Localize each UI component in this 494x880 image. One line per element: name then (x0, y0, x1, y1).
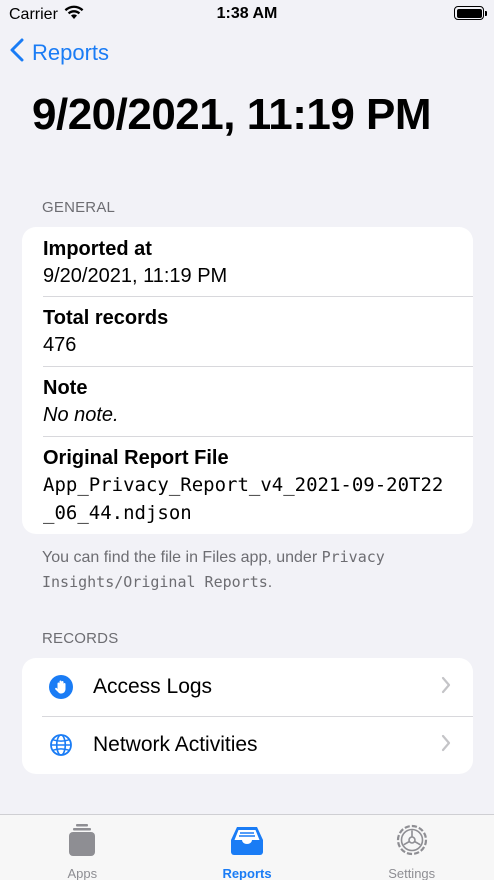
globe-icon (48, 732, 74, 758)
tab-label: Apps (67, 866, 98, 880)
hand-raised-icon (48, 674, 74, 700)
note-row: Note No note. (22, 366, 473, 436)
status-time: 1:38 AM (216, 5, 278, 22)
row-value: No note. (43, 404, 119, 426)
apps-icon (67, 823, 97, 862)
records-section-header: RECORDS (42, 630, 119, 647)
chevron-left-icon (10, 38, 24, 67)
imported-at-row: Imported at 9/20/2021, 11:19 PM (22, 227, 473, 296)
records-card: Access Logs Network Activities (22, 658, 473, 774)
report-filename: App_Privacy_Report_v4_2021-09-20T22_06_4… (43, 474, 444, 524)
gear-icon (395, 823, 429, 862)
footnote-suffix: . (267, 574, 273, 591)
original-report-file-row[interactable]: Original Report File App_Privacy_Report_… (22, 436, 473, 534)
total-records-row: Total records 476 (22, 296, 473, 366)
row-title: Note (43, 377, 88, 399)
tab-bar: Apps Reports Settings (0, 814, 494, 880)
tray-icon (228, 823, 266, 862)
tab-label: Reports (222, 866, 272, 880)
tab-reports[interactable]: Reports (165, 815, 330, 880)
page-title: 9/20/2021, 11:19 PM (32, 90, 432, 139)
general-section-header: GENERAL (42, 199, 116, 216)
network-activities-label: Network Activities (93, 733, 258, 756)
tab-apps[interactable]: Apps (0, 815, 165, 880)
row-value: 476 (43, 334, 77, 356)
tab-settings[interactable]: Settings (329, 815, 494, 880)
row-title: Total records (43, 307, 169, 329)
row-title: Imported at (43, 238, 152, 260)
file-location-footnote: You can find the file in Files app, unde… (42, 545, 452, 595)
network-activities-row[interactable]: Network Activities (22, 716, 473, 774)
back-button[interactable]: Reports (10, 38, 109, 67)
row-title: Original Report File (43, 447, 229, 469)
status-bar: Carrier 1:38 AM (0, 0, 494, 30)
access-logs-row[interactable]: Access Logs (22, 658, 473, 716)
row-value: 9/20/2021, 11:19 PM (43, 265, 228, 287)
back-label: Reports (32, 39, 110, 65)
chevron-right-icon (441, 676, 451, 699)
chevron-right-icon (441, 734, 451, 757)
general-card: Imported at 9/20/2021, 11:19 PM Total re… (22, 227, 473, 534)
access-logs-label: Access Logs (93, 675, 213, 698)
battery-icon (454, 6, 487, 20)
tab-label: Settings (388, 866, 436, 880)
footnote-prefix: You can find the file in Files app, unde… (42, 549, 322, 566)
